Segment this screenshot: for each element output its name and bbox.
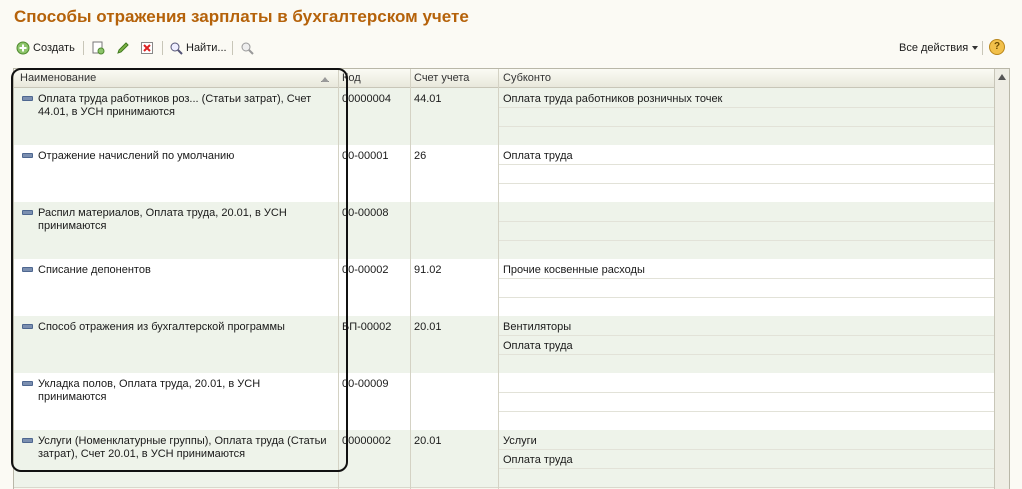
find-button[interactable]: Найти... [169, 40, 227, 56]
all-actions-label: Все действия [899, 42, 969, 54]
help-icon: ? [989, 39, 1005, 55]
toolbar-divider [83, 41, 84, 55]
vertical-scrollbar[interactable] [994, 69, 1009, 489]
table-row[interactable]: Распил материалов, Оплата труда, 20.01, … [14, 202, 994, 260]
subkonto-divider [499, 449, 994, 450]
cell-subkonto-1: Оплата труда работников розничных точек [503, 93, 723, 105]
cell-account: 20.01 [414, 321, 442, 333]
delete-button[interactable] [140, 40, 157, 56]
cell-account: 91.02 [414, 264, 442, 276]
subkonto-divider [499, 164, 994, 165]
cell-code: 00-00002 [342, 264, 389, 276]
header-name[interactable]: Наименование [20, 72, 96, 84]
edit-button[interactable] [116, 40, 133, 56]
chevron-down-icon [972, 46, 979, 50]
table-row[interactable]: Способ отражения из бухгалтерской програ… [14, 316, 994, 374]
cell-code: 00000002 [342, 435, 391, 447]
table-header: Наименование Код Счет учета Субконто [14, 69, 994, 88]
subkonto-divider [499, 468, 994, 469]
subkonto-divider [499, 278, 994, 279]
item-marker-icon [22, 210, 33, 215]
cancel-search-button[interactable] [240, 40, 257, 56]
subkonto-divider [499, 392, 994, 393]
create-button[interactable]: Создать [16, 40, 75, 56]
cell-name: Укладка полов, Оплата труда, 20.01, в УС… [38, 378, 261, 403]
header-account[interactable]: Счет учета [414, 72, 469, 84]
column-divider [498, 69, 499, 489]
table-row[interactable]: Укладка полов, Оплата труда, 20.01, в УС… [14, 373, 994, 431]
cell-account: 26 [414, 150, 427, 162]
subkonto-divider [499, 240, 994, 241]
copy-icon [91, 41, 105, 55]
subkonto-divider [499, 354, 994, 355]
cell-subkonto-2: Оплата труда [503, 454, 573, 466]
sort-icon[interactable] [321, 74, 329, 82]
cell-name: Распил материалов, Оплата труда, 20.01, … [38, 207, 287, 232]
column-divider [410, 69, 411, 489]
cell-name: Отражение начислений по умолчанию [38, 150, 235, 162]
header-code[interactable]: Код [342, 72, 361, 84]
item-marker-icon [22, 267, 33, 272]
toolbar-divider [162, 41, 163, 55]
cell-code: 00000004 [342, 93, 391, 105]
cell-subkonto-1: Прочие косвенные расходы [503, 264, 645, 276]
help-button[interactable]: ? [989, 39, 1005, 55]
item-marker-icon [22, 153, 33, 158]
create-label: Создать [33, 42, 75, 54]
subkonto-divider [499, 335, 994, 336]
toolbar-divider [982, 41, 983, 55]
item-marker-icon [22, 324, 33, 329]
column-divider [338, 69, 339, 489]
subkonto-divider [499, 411, 994, 412]
cell-code: БП-00002 [342, 321, 392, 333]
table-row[interactable]: Отражение начислений по умолчанию 00-000… [14, 145, 994, 203]
subkonto-divider [499, 221, 994, 222]
item-marker-icon [22, 381, 33, 386]
cell-subkonto-2: Оплата труда [503, 340, 573, 352]
subkonto-divider [499, 183, 994, 184]
subkonto-divider [499, 297, 994, 298]
cell-name: Оплата труда работников роз... (Статьи з… [38, 93, 312, 118]
cell-code: 00-00008 [342, 207, 389, 219]
item-marker-icon [22, 438, 33, 443]
copy-button[interactable] [91, 40, 108, 56]
cell-subkonto-1: Услуги [503, 435, 537, 447]
cell-code: 00-00001 [342, 150, 389, 162]
cell-code: 00-00009 [342, 378, 389, 390]
pencil-icon [116, 41, 130, 55]
table-row[interactable]: Списание депонентов 00-00002 91.02 Прочи… [14, 259, 994, 317]
add-icon [16, 41, 30, 55]
cell-subkonto-1: Вентиляторы [503, 321, 572, 333]
delete-icon [140, 41, 154, 55]
toolbar-divider [232, 41, 233, 55]
toolbar: Создать Найти... Все действия ? [0, 36, 1022, 60]
table-row[interactable]: Услуги (Номенклатурные группы), Оплата т… [14, 430, 994, 488]
subkonto-divider [499, 107, 994, 108]
cell-subkonto-1: Оплата труда [503, 150, 573, 162]
cell-name: Списание депонентов [38, 264, 151, 276]
cell-account: 20.01 [414, 435, 442, 447]
cell-name: Услуги (Номенклатурные группы), Оплата т… [38, 435, 327, 460]
item-marker-icon [22, 96, 33, 101]
header-subkonto[interactable]: Субконто [503, 72, 551, 84]
search-icon [169, 41, 183, 55]
all-actions-menu[interactable]: Все действия [899, 40, 979, 56]
find-label: Найти... [186, 42, 227, 54]
cell-name: Способ отражения из бухгалтерской програ… [38, 321, 285, 333]
cell-account: 44.01 [414, 93, 442, 105]
cancel-search-icon [240, 41, 254, 55]
scroll-up-arrow-icon[interactable] [998, 74, 1006, 80]
data-table: Наименование Код Счет учета Субконто Опл… [13, 68, 1010, 489]
table-row[interactable]: Оплата труда работников роз... (Статьи з… [14, 88, 994, 146]
page-title: Способы отражения зарплаты в бухгалтерск… [14, 7, 469, 26]
subkonto-divider [499, 126, 994, 127]
